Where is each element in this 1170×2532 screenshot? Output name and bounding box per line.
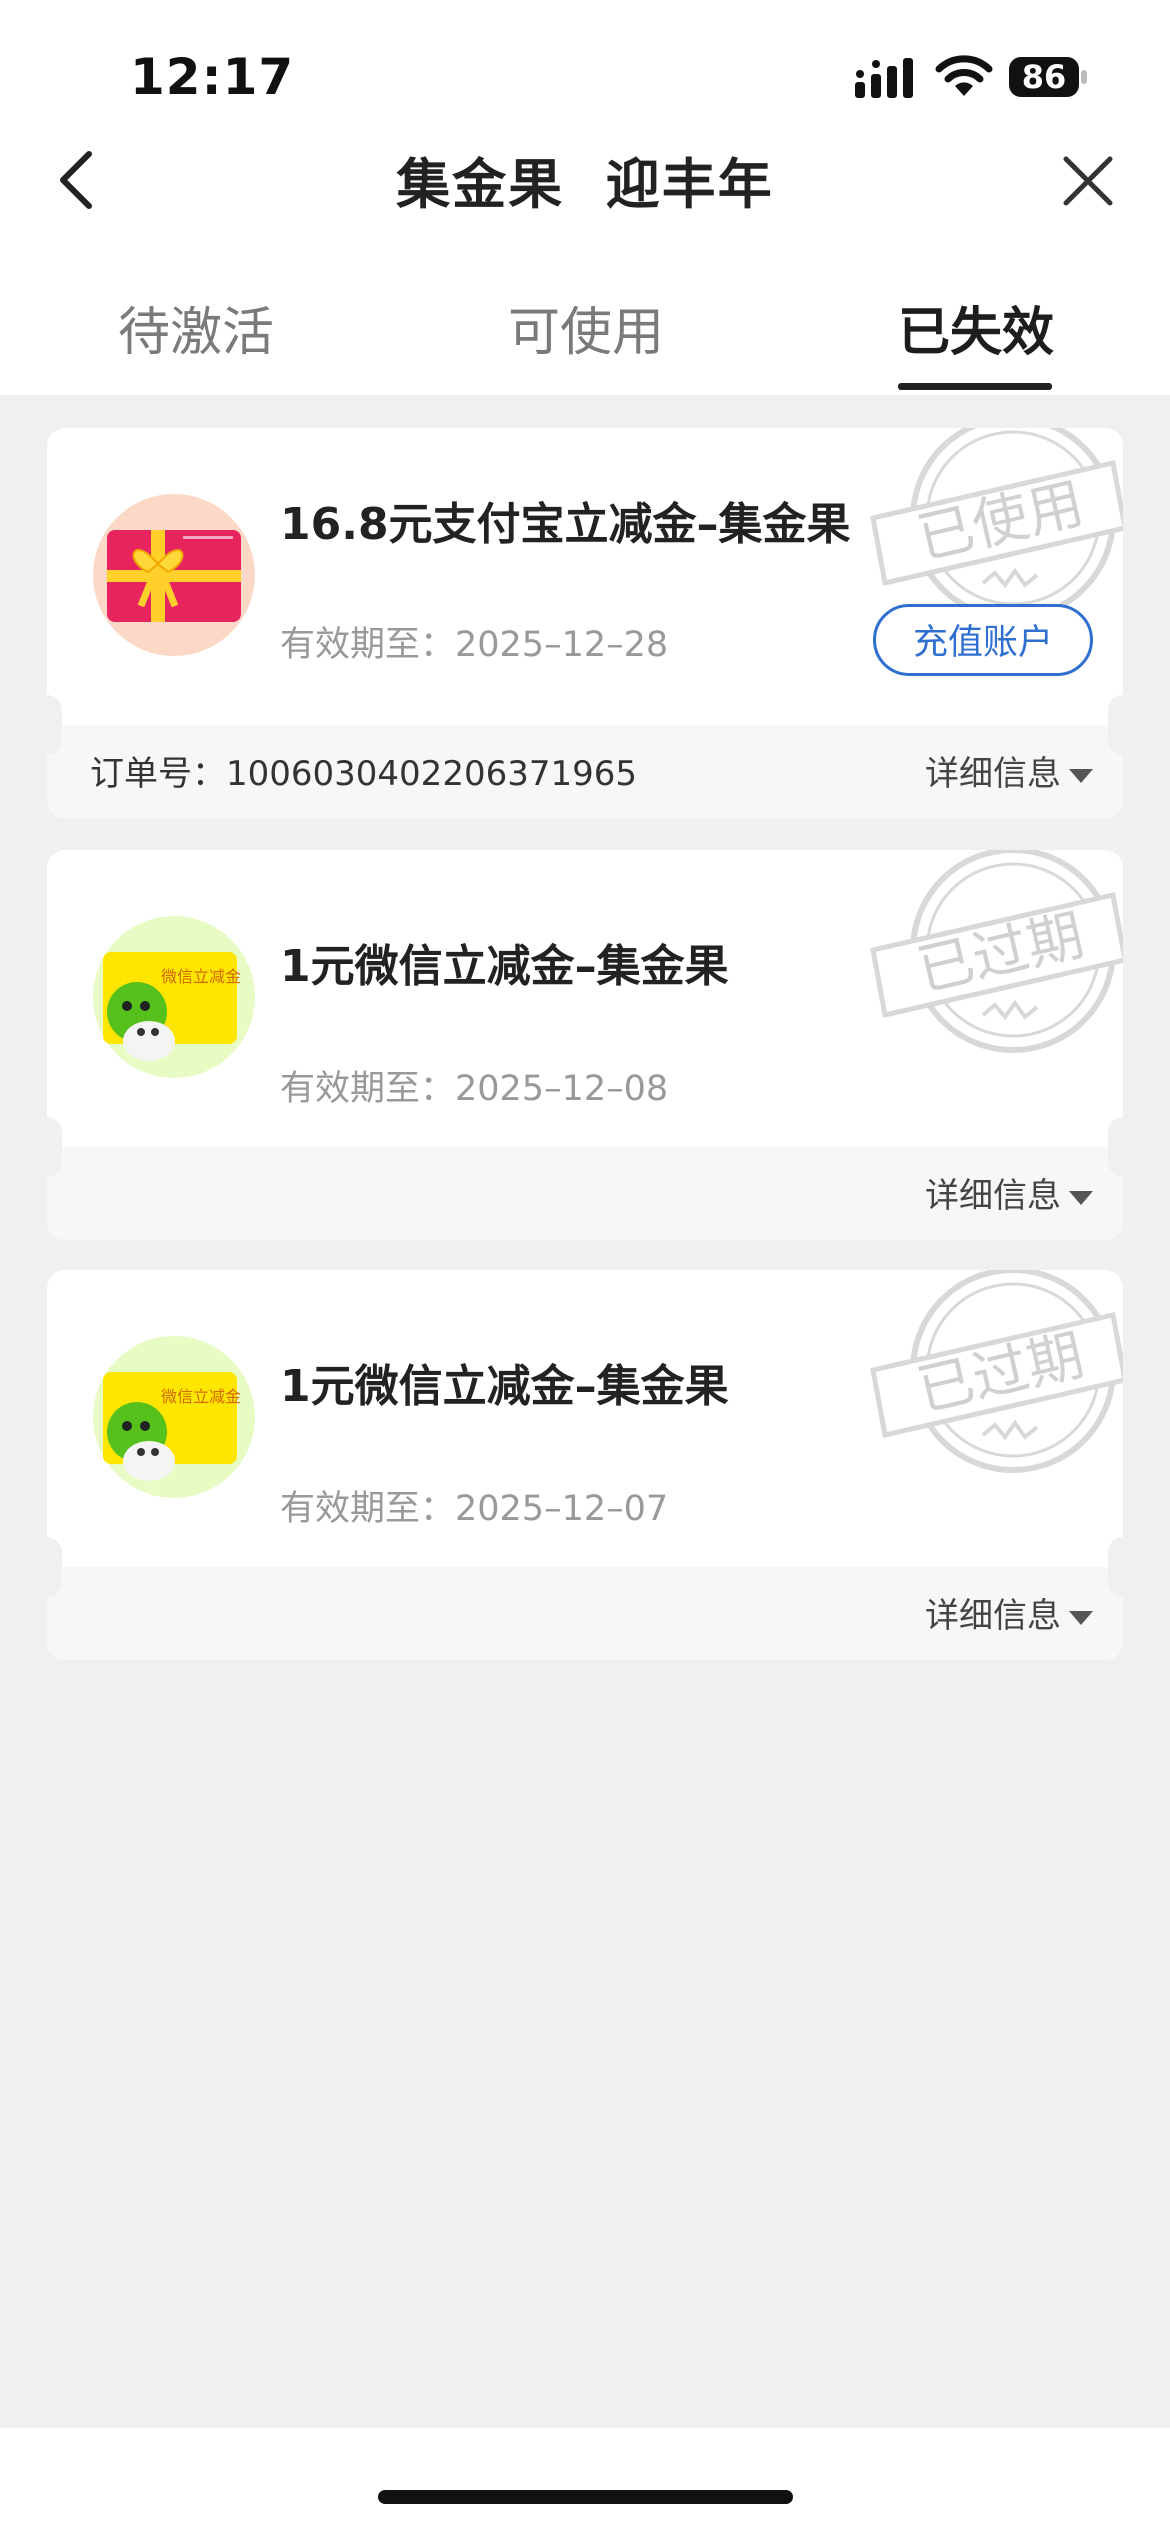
voucher-card[interactable]: 微信立减金 1元微信立减金–集金果 有效期至：2025–12–07 已过期 详细… [47, 1270, 1123, 1660]
voucher-thumbnail: 微信立减金 [93, 1336, 255, 1498]
voucher-expiry: 有效期至：2025–12–07 [280, 1489, 669, 1529]
page-title: 集金果 迎丰年 [396, 153, 774, 216]
triangle-down-icon [1069, 1190, 1093, 1205]
card-notch-left [47, 1117, 62, 1177]
close-icon[interactable] [1062, 155, 1114, 207]
voucher-expiry: 有效期至：2025–12–08 [280, 1069, 669, 1109]
wechat-card-icon: 微信立减金 [103, 952, 241, 1061]
expired-stamp-icon: 已过期 [870, 850, 1123, 1053]
tab-expired[interactable]: 已失效 [898, 290, 1054, 365]
order-number: 订单号：1006030402206371965 [90, 754, 638, 794]
wechat-card-label: 微信立减金 [161, 967, 241, 986]
voucher-thumbnail: 微信立减金 [93, 916, 255, 1078]
wechat-card-label: 微信立减金 [161, 1387, 241, 1406]
gift-card-icon [107, 530, 241, 622]
details-toggle[interactable]: 详细信息 [925, 746, 1093, 795]
tab-pending-activation[interactable]: 待激活 [118, 290, 274, 365]
card-notch-right [1108, 1537, 1123, 1597]
expired-stamp-icon: 已过期 [870, 1270, 1123, 1473]
voucher-title: 1元微信立减金–集金果 [280, 941, 729, 992]
details-label: 详细信息 [925, 1176, 1061, 1216]
home-indicator[interactable] [378, 2490, 793, 2504]
details-toggle[interactable]: 详细信息 [925, 1168, 1093, 1217]
card-notch-right [1108, 695, 1123, 755]
battery-icon: 86 [1008, 56, 1088, 98]
recharge-account-button[interactable]: 充值账户 [873, 604, 1093, 676]
voucher-title: 1元微信立减金–集金果 [280, 1361, 729, 1412]
details-label: 详细信息 [925, 754, 1061, 794]
card-notch-left [47, 695, 62, 755]
active-tab-indicator [898, 383, 1052, 390]
card-notch-left [47, 1537, 62, 1597]
status-time: 12:17 [130, 48, 295, 106]
voucher-expiry: 有效期至：2025–12–28 [280, 625, 669, 665]
triangle-down-icon [1069, 768, 1093, 783]
voucher-thumbnail [93, 494, 255, 656]
tab-usable[interactable]: 可使用 [508, 290, 664, 365]
voucher-card[interactable]: 微信立减金 1元微信立减金–集金果 有效期至：2025–12–08 已过期 详细… [47, 850, 1123, 1240]
wifi-icon [935, 55, 993, 96]
bottom-safe-area [0, 2428, 1170, 2532]
voucher-title: 16.8元支付宝立减金–集金果 [280, 499, 851, 550]
details-toggle[interactable]: 详细信息 [925, 1588, 1093, 1637]
voucher-card[interactable]: 16.8元支付宝立减金–集金果 有效期至：2025–12–28 已使用 充值账户… [47, 428, 1123, 818]
cellular-signal-icon [855, 58, 913, 98]
battery-level: 86 [1021, 58, 1067, 96]
card-notch-right [1108, 1117, 1123, 1177]
triangle-down-icon [1069, 1610, 1093, 1625]
details-label: 详细信息 [925, 1596, 1061, 1636]
wechat-card-icon: 微信立减金 [103, 1372, 241, 1481]
